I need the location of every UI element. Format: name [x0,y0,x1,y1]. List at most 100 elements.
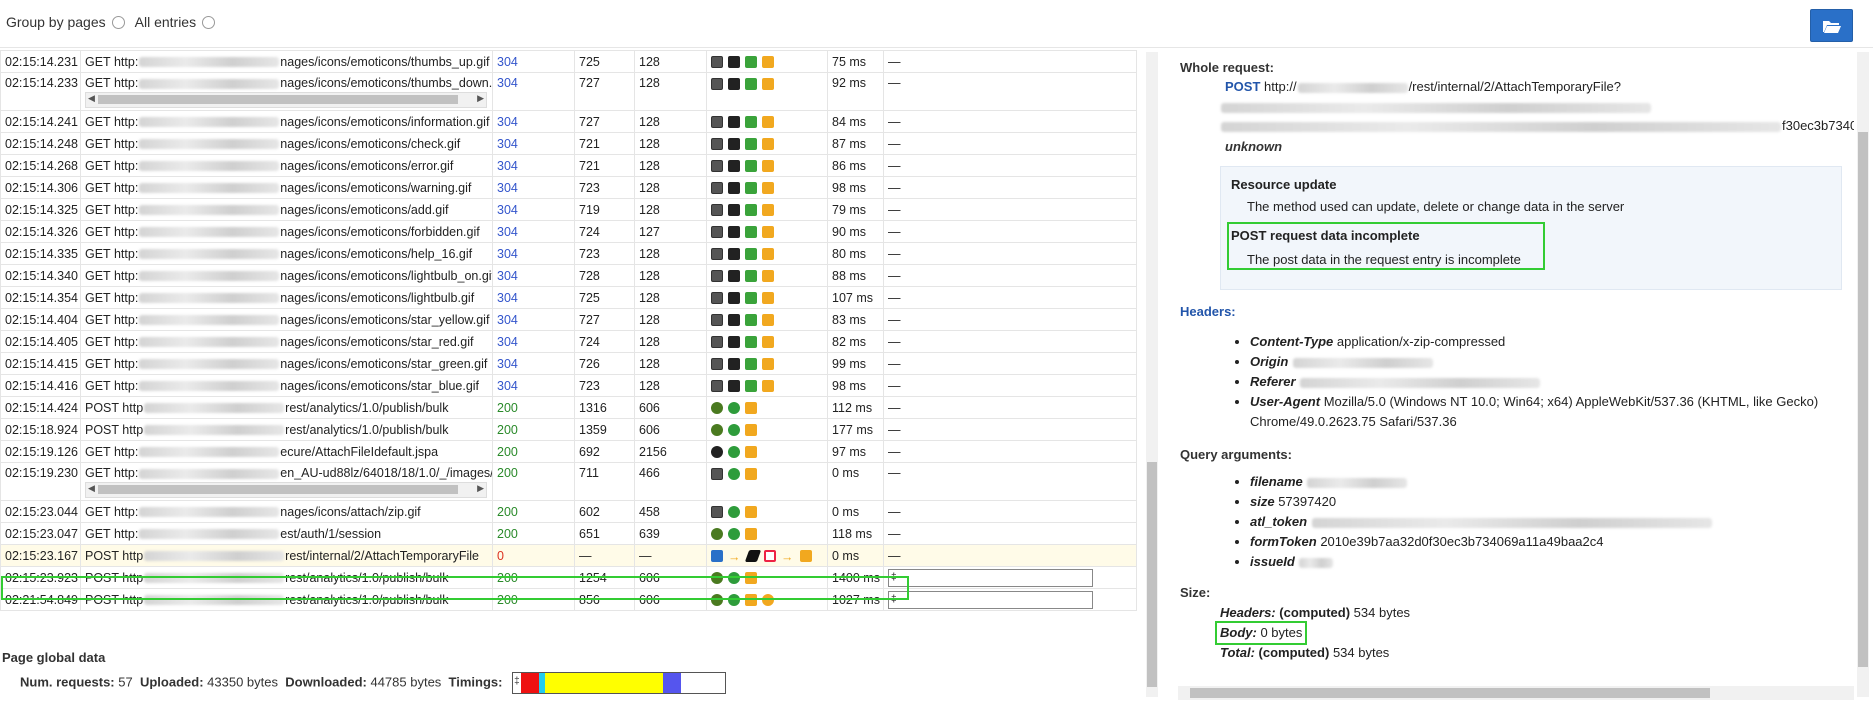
entry-sent-size: 651 [579,526,600,541]
table-row[interactable]: 02:15:23.047 GET http: est/auth/1/session 2… [0,522,1137,545]
entry-url-prefix: http [122,422,144,437]
entry-status: 304 [497,290,518,305]
table-row[interactable]: 02:15:14.340 GET http: nages/icons/emotico… [0,264,1137,287]
entry-status: 304 [497,180,518,195]
stored-icon [762,138,774,151]
image-icon [711,56,723,69]
open-file-button[interactable] [1810,9,1853,42]
table-row[interactable]: 02:15:14.306 GET http: nages/icons/emotico… [0,176,1137,199]
cache-icon [745,314,757,327]
entry-sent-size: 723 [579,378,600,393]
entry-recv-size: 128 [639,290,660,305]
group-by-pages-radio[interactable] [111,15,125,29]
url-horizontal-scrollbar[interactable]: ◀ ▶ [85,92,487,108]
entry-method: POST [85,592,119,607]
table-row[interactable]: 02:15:14.268 GET http: nages/icons/emotico… [0,154,1137,177]
entries-pane: 02:15:14.231 GET http: nages/icons/emotico… [0,50,1140,650]
table-row[interactable]: 02:15:14.405 GET http: nages/icons/emotico… [0,330,1137,353]
entry-url-prefix: http [122,548,144,563]
entry-status: 200 [497,570,518,585]
table-row[interactable]: 02:15:14.325 GET http: nages/icons/emotico… [0,198,1137,221]
header-content-type: Content-Type application/x-zip-compresse… [1250,332,1850,352]
url-scroll-thumb[interactable] [98,95,458,104]
entry-time: 02:15:14.306 [5,180,78,195]
entry-timing: 87 ms [832,136,867,151]
document-icon [711,550,723,563]
entry-status: 200 [497,504,518,519]
stored-icon [745,506,757,519]
entry-sent-size: 1254 [579,570,607,585]
entry-sent-size: 723 [579,180,600,195]
table-row[interactable]: 02:21:54.849 POST http rest/analytics/1.0/… [0,588,1137,611]
entry-status: 200 [497,422,518,437]
redacted-host [139,205,280,216]
page-global-title: Page global data [2,650,106,665]
entries-scroll-thumb[interactable] [1147,462,1157,687]
entry-url-prefix: http: [113,290,139,305]
scroll-left-icon[interactable]: ◀ [88,93,95,104]
scroll-left-icon[interactable]: ◀ [88,483,95,494]
table-row[interactable]: 02:15:14.233 GET http: nages/icons/emotico… [0,72,1137,111]
entry-sent-size: 692 [579,444,600,459]
table-row[interactable]: 02:15:14.404 GET http: nages/icons/emotico… [0,308,1137,331]
detail-vertical-scrollbar[interactable] [1857,52,1869,697]
entry-recv-size: 128 [639,114,660,129]
entry-status: 200 [497,526,518,541]
image-icon [711,358,723,371]
table-row[interactable]: 02:15:14.415 GET http: nages/icons/emotico… [0,352,1137,375]
cache-icon [745,292,757,305]
table-row[interactable]: 02:15:14.326 GET http: nages/icons/emotico… [0,220,1137,243]
check-icon [728,402,740,415]
scroll-right-icon[interactable]: ▶ [477,93,484,104]
url-scroll-thumb[interactable] [98,485,458,494]
stored-icon [762,160,774,173]
entry-url-prefix: http [122,400,144,415]
detail-scroll-thumb[interactable] [1858,132,1868,667]
entry-waterfall: — [888,444,901,459]
table-row[interactable]: 02:15:19.126 GET http: ecure/AttachFileIde… [0,440,1137,463]
entry-timing: 0 ms [832,504,860,519]
entry-time: 02:15:23.044 [5,504,78,519]
entry-url-prefix: http: [113,180,139,195]
entry-recv-size: 458 [639,504,660,519]
redacted-host [139,117,280,128]
table-row[interactable]: 02:15:14.241 GET http: nages/icons/emotico… [0,110,1137,133]
entry-status: 304 [497,136,518,151]
group-by-pages-label: Group by pages [6,14,106,30]
stored-icon [745,528,757,541]
size-headers: Headers: (computed) 534 bytes [1220,605,1411,620]
url-horizontal-scrollbar[interactable]: ◀ ▶ [85,482,487,498]
redacted-host [139,359,280,370]
header-origin: Origin [1250,352,1850,372]
entries-vertical-scrollbar[interactable] [1146,52,1158,697]
entry-status: 304 [497,76,518,90]
cache-icon [745,138,757,151]
entry-url-path: nages/icons/emoticons/information.gif [280,114,490,129]
table-row[interactable]: 02:15:14.416 GET http: nages/icons/emotico… [0,374,1137,397]
table-row[interactable]: 02:15:14.248 GET http: nages/icons/emotico… [0,132,1137,155]
page-global-stats: Num. requests: 57 Uploaded: 43350 bytes … [20,672,727,694]
entry-url-path: nages/icons/emoticons/thumbs_up.gif [280,54,490,69]
table-row[interactable]: 02:15:18.924 POST http rest/analytics/1.0/… [0,418,1137,441]
detail-hscroll-thumb[interactable] [1190,688,1710,698]
detail-horizontal-scrollbar[interactable] [1178,686,1854,700]
redacted-host [144,595,285,606]
entry-url-prefix: http: [113,224,139,239]
scroll-right-icon[interactable]: ▶ [477,483,484,494]
table-row[interactable]: 02:15:23.167 POST http rest/internal/2/Att… [0,544,1137,567]
table-row[interactable]: 02:15:14.354 GET http: nages/icons/emotico… [0,286,1137,309]
entry-status: 304 [497,158,518,173]
table-row[interactable]: 02:15:14.231 GET http: nages/icons/emotico… [0,50,1137,73]
top-bar: Group by pages All entries [0,0,1873,48]
timing-segment [544,673,663,693]
table-row[interactable]: 02:15:23.044 GET http: nages/icons/attach/… [0,500,1137,523]
table-row[interactable]: 02:15:23.923 POST http rest/analytics/1.0/… [0,566,1137,589]
table-row[interactable]: 02:15:14.424 POST http rest/analytics/1.0/… [0,396,1137,419]
table-row[interactable]: 02:15:14.335 GET http: nages/icons/emotico… [0,242,1137,265]
table-row[interactable]: 02:15:19.230 GET http: en_AU-ud88lz/64018/… [0,462,1137,501]
entry-url-path: nages/icons/emoticons/lightbulb_on.gif [280,268,493,283]
entry-method: GET [85,246,111,261]
page-global-data: Page global data Num. requests: 57 Uploa… [2,650,727,694]
redacted-query [1221,102,1651,113]
all-entries-radio[interactable] [202,15,216,29]
